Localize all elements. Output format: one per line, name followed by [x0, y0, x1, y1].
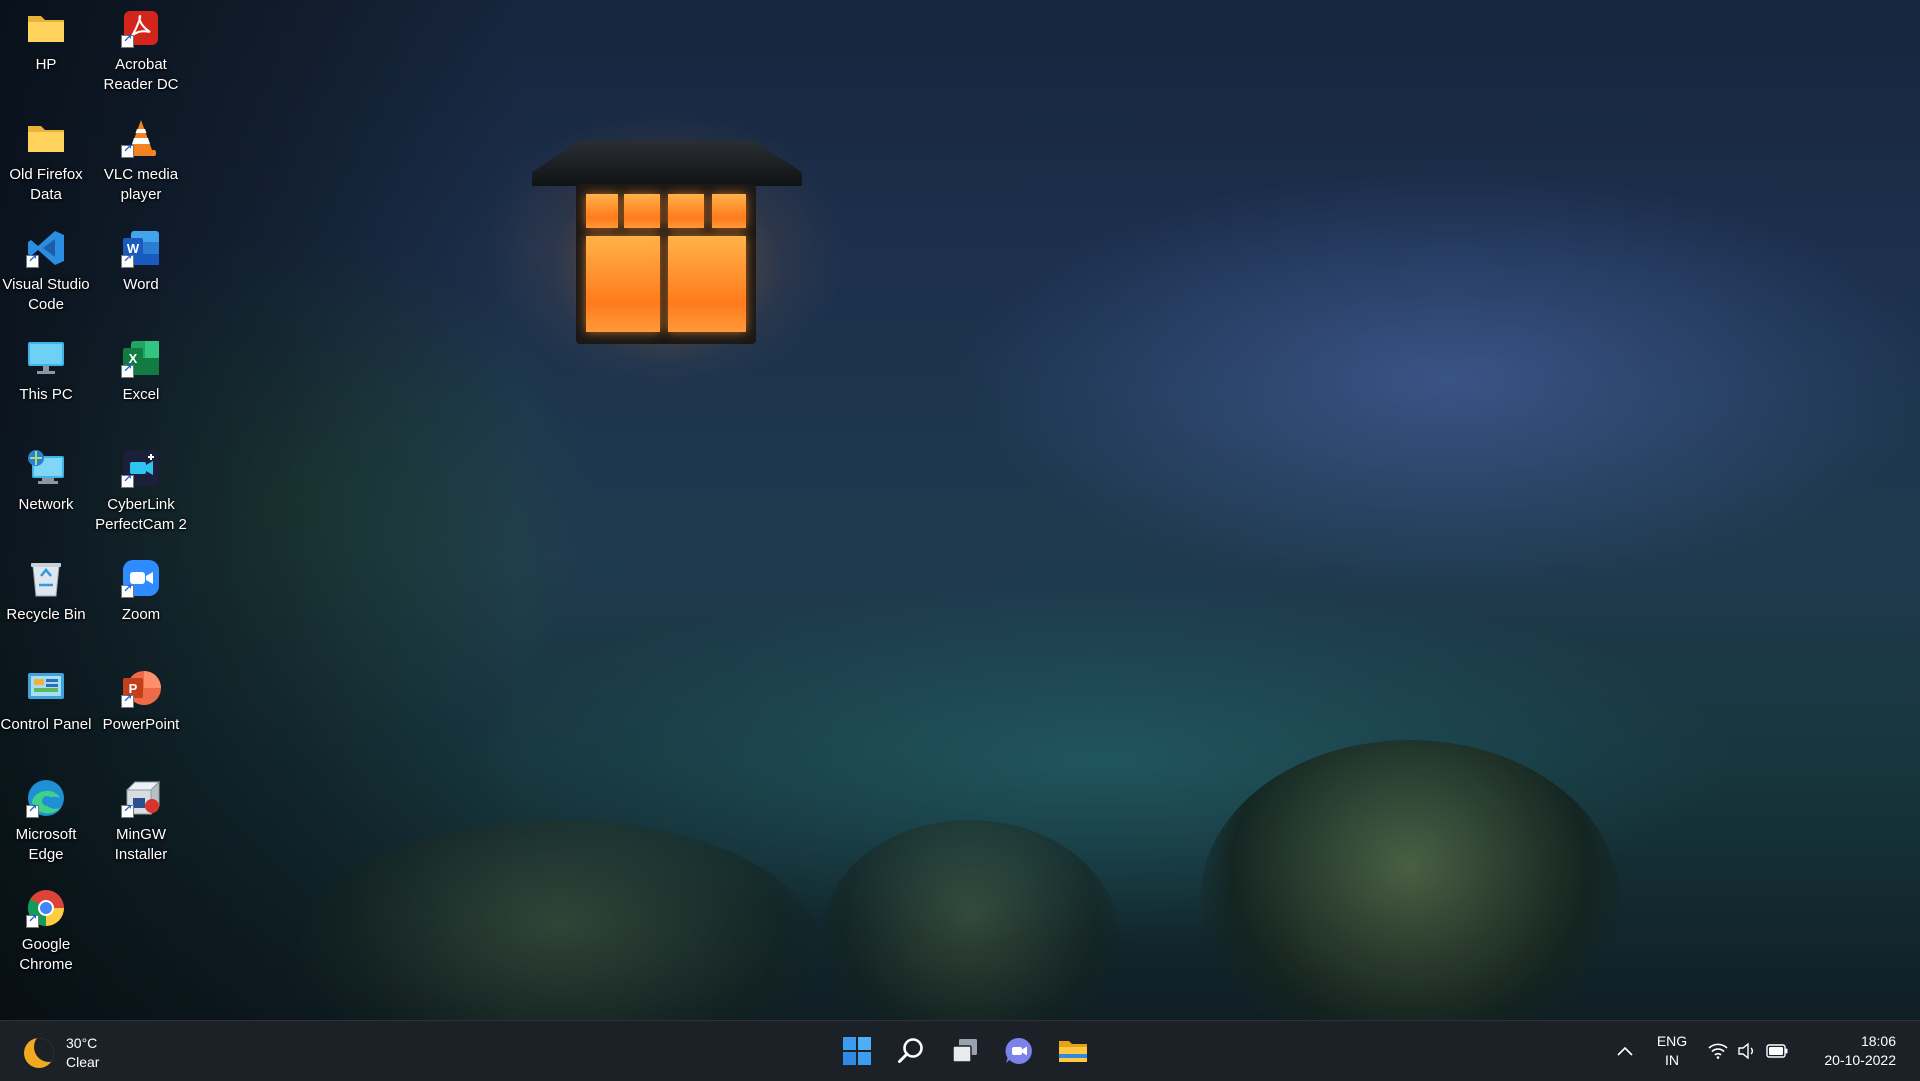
powerpoint-icon: P	[121, 668, 161, 708]
desktop-icon-label: Control Panel	[0, 716, 92, 733]
windows-start-icon	[843, 1037, 871, 1065]
folder-icon	[26, 8, 66, 48]
volume-icon	[1738, 1043, 1753, 1059]
desktop-icon-label: Visual Studio Code	[2, 276, 90, 313]
desktop-icon-google-chrome[interactable]: Google Chrome	[0, 880, 92, 984]
wallpaper-bush	[1200, 740, 1620, 1020]
vscode-icon	[26, 228, 66, 268]
excel-icon: X	[121, 338, 161, 378]
language-code: ENG	[1656, 1033, 1688, 1049]
weather-temperature: 30°C	[66, 1035, 98, 1051]
desktop-icon-label: Network	[18, 496, 74, 513]
desktop-icon-vlc[interactable]: VLC media player	[95, 110, 187, 214]
weather-widget[interactable]: 30°C Clear	[24, 1033, 99, 1073]
shortcut-arrow-icon	[121, 692, 134, 708]
language-region: IN	[1665, 1052, 1679, 1068]
task-view-icon	[952, 1039, 977, 1063]
desktop-icon-hp[interactable]: HP	[0, 0, 92, 104]
desktop-icon-label: Old Firefox Data	[9, 166, 83, 203]
battery-icon	[1766, 1044, 1788, 1058]
folder-icon	[26, 118, 66, 158]
edge-icon	[26, 778, 66, 818]
wifi-icon	[1708, 1043, 1728, 1059]
desktop-icon-recycle-bin[interactable]: Recycle Bin	[0, 550, 92, 654]
chrome-icon	[26, 888, 66, 928]
desktop-icon-label: VLC media player	[103, 166, 179, 203]
clock-time: 18:06	[1860, 1033, 1896, 1049]
taskbar: 30°C Clear ENG IN 18:06 20-10-2022	[0, 1020, 1920, 1081]
shortcut-arrow-icon	[26, 912, 39, 928]
search-icon	[898, 1038, 923, 1063]
weather-condition: Clear	[66, 1054, 100, 1070]
shortcut-arrow-icon	[26, 252, 39, 268]
clock[interactable]: 18:06 20-10-2022	[1806, 1032, 1896, 1070]
shortcut-arrow-icon	[121, 362, 134, 378]
teams-chat-icon	[1005, 1037, 1032, 1064]
desktop-icon-control-panel[interactable]: Control Panel	[0, 660, 92, 764]
desktop-icon-label: Zoom	[121, 606, 161, 623]
wallpaper-lantern	[532, 136, 802, 366]
wallpaper-bush	[820, 820, 1120, 1020]
network-icon	[26, 448, 66, 488]
desktop-icon-label: This PC	[19, 386, 73, 403]
desktop-icon-excel[interactable]: X Excel	[95, 330, 187, 434]
start-button[interactable]	[833, 1027, 881, 1075]
clock-date: 20-10-2022	[1824, 1052, 1896, 1068]
desktop-icon-label: Acrobat Reader DC	[103, 56, 179, 93]
system-tray: ENG IN 18:06 20-10-2022	[1602, 1021, 1920, 1081]
show-hidden-icons-button[interactable]	[1608, 1027, 1642, 1075]
desktop-icon-label: Google Chrome	[19, 936, 73, 973]
desktop-icon-label: PowerPoint	[102, 716, 180, 733]
chevron-up-icon	[1617, 1046, 1633, 1056]
desktop-icon-network[interactable]: Network	[0, 440, 92, 544]
shortcut-arrow-icon	[121, 582, 134, 598]
desktop-icon-this-pc[interactable]: This PC	[0, 330, 92, 434]
desktop-icon-label: Microsoft Edge	[15, 826, 77, 863]
recycle-bin-icon	[26, 558, 66, 598]
desktop-icon-mingw-installer[interactable]: MinGW Installer	[95, 770, 187, 874]
desktop-icon-label: Word	[123, 276, 159, 293]
desktop-icon-powerpoint[interactable]: P PowerPoint	[95, 660, 187, 764]
vlc-icon	[121, 118, 161, 158]
desktop-icon-word[interactable]: W Word	[95, 220, 187, 324]
shortcut-arrow-icon	[121, 472, 134, 488]
zoom-icon	[121, 558, 161, 598]
desktop-icon-vscode[interactable]: Visual Studio Code	[0, 220, 92, 324]
control-panel-icon	[26, 668, 66, 708]
taskbar-pinned-apps	[830, 1027, 1100, 1075]
desktop-wallpaper	[0, 0, 1920, 1020]
shortcut-arrow-icon	[121, 802, 134, 818]
desktop-icon-label: MinGW Installer	[114, 826, 168, 863]
quick-settings-button[interactable]	[1708, 1043, 1788, 1059]
search-button[interactable]	[887, 1027, 935, 1075]
shortcut-arrow-icon	[26, 802, 39, 818]
desktop-icon-label: Excel	[122, 386, 160, 403]
perfectcam-icon	[121, 448, 161, 488]
desktop-icon-old-firefox-data[interactable]: Old Firefox Data	[0, 110, 92, 214]
desktop-icon-label: CyberLink PerfectCam 2	[95, 496, 187, 533]
word-icon: W	[121, 228, 161, 268]
file-explorer-button[interactable]	[1049, 1027, 1097, 1075]
monitor-icon	[26, 338, 66, 378]
acrobat-icon	[121, 8, 161, 48]
mingw-icon	[121, 778, 161, 818]
desktop-icon-microsoft-edge[interactable]: Microsoft Edge	[0, 770, 92, 874]
shortcut-arrow-icon	[121, 32, 134, 48]
shortcut-arrow-icon	[121, 142, 134, 158]
desktop-icon-zoom[interactable]: Zoom	[95, 550, 187, 654]
desktop-icon-label: Recycle Bin	[6, 606, 86, 623]
moon-icon	[24, 1038, 54, 1068]
desktop-icon-label: HP	[35, 56, 57, 73]
desktop-icon-cyberlink-perfectcam[interactable]: CyberLink PerfectCam 2	[95, 440, 187, 544]
chat-button[interactable]	[995, 1027, 1043, 1075]
file-explorer-icon	[1059, 1041, 1087, 1062]
language-indicator[interactable]: ENG IN	[1648, 1032, 1696, 1070]
shortcut-arrow-icon	[121, 252, 134, 268]
desktop-icon-acrobat-reader[interactable]: Acrobat Reader DC	[95, 0, 187, 104]
task-view-button[interactable]	[941, 1027, 989, 1075]
